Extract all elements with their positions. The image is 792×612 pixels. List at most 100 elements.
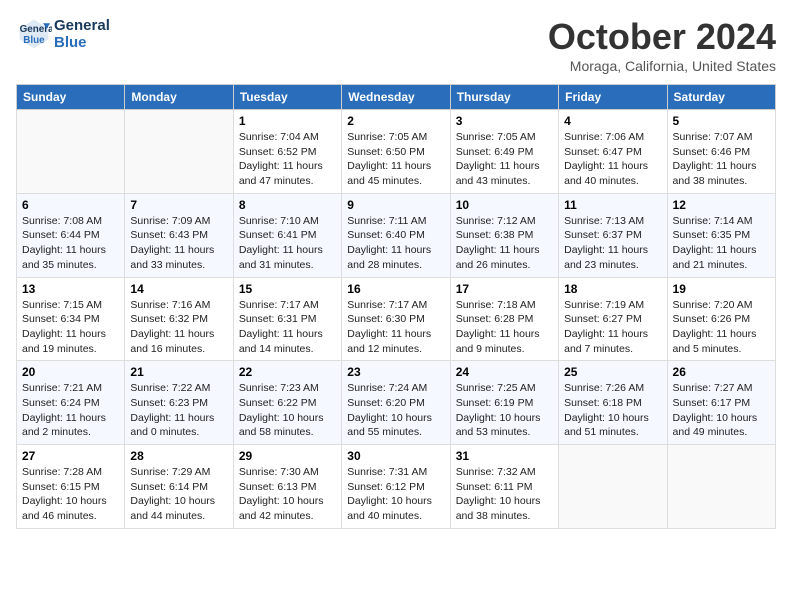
day-number: 30 — [347, 449, 444, 463]
day-number: 10 — [456, 198, 553, 212]
calendar-cell: 9 Sunrise: 7:11 AM Sunset: 6:40 PM Daylig… — [342, 193, 450, 277]
svg-text:Blue: Blue — [23, 35, 45, 46]
day-number: 29 — [239, 449, 336, 463]
calendar-cell: 16 Sunrise: 7:17 AM Sunset: 6:30 PM Dayli… — [342, 277, 450, 361]
day-number: 6 — [22, 198, 119, 212]
logo: General Blue General Blue — [16, 16, 110, 52]
calendar-cell: 18 Sunrise: 7:19 AM Sunset: 6:27 PM Dayli… — [559, 277, 667, 361]
calendar-week-row: 27Sunrise: 7:28 AM Sunset: 6:15 PM Dayli… — [17, 445, 776, 529]
day-number: 19 — [673, 282, 770, 296]
day-number: 21 — [130, 365, 227, 379]
logo-icon: General Blue — [16, 16, 52, 52]
calendar-cell: 15Sunrise: 7:17 AM Sunset: 6:31 PM Dayli… — [233, 277, 341, 361]
day-number: 5 — [673, 114, 770, 128]
day-number: 23 — [347, 365, 444, 379]
page-header: General Blue General Blue October 2024 M… — [16, 16, 776, 74]
calendar-cell — [17, 110, 125, 194]
day-info: Sunrise: 7:11 AM Sunset: 6:40 PM Dayligh… — [347, 214, 444, 273]
calendar-cell: 30 Sunrise: 7:31 AM Sunset: 6:12 PM Dayli… — [342, 445, 450, 529]
calendar-week-row: 1 Sunrise: 7:04 AM Sunset: 6:52 PM Daylig… — [17, 110, 776, 194]
calendar-table: SundayMondayTuesdayWednesdayThursdayFrid… — [16, 84, 776, 529]
day-info: Sunrise: 7:04 AM Sunset: 6:52 PM Dayligh… — [239, 130, 336, 189]
calendar-cell: 27Sunrise: 7:28 AM Sunset: 6:15 PM Dayli… — [17, 445, 125, 529]
day-number: 25 — [564, 365, 661, 379]
calendar-cell: 20Sunrise: 7:21 AM Sunset: 6:24 PM Dayli… — [17, 361, 125, 445]
calendar-cell: 13Sunrise: 7:15 AM Sunset: 6:34 PM Dayli… — [17, 277, 125, 361]
day-header-monday: Monday — [125, 85, 233, 110]
calendar-cell: 24Sunrise: 7:25 AM Sunset: 6:19 PM Dayli… — [450, 361, 558, 445]
day-number: 13 — [22, 282, 119, 296]
day-number: 11 — [564, 198, 661, 212]
day-number: 16 — [347, 282, 444, 296]
day-info: Sunrise: 7:12 AM Sunset: 6:38 PM Dayligh… — [456, 214, 553, 273]
day-info: Sunrise: 7:08 AM Sunset: 6:44 PM Dayligh… — [22, 214, 119, 273]
day-number: 8 — [239, 198, 336, 212]
calendar-cell: 2 Sunrise: 7:05 AM Sunset: 6:50 PM Daylig… — [342, 110, 450, 194]
calendar-cell: 31 Sunrise: 7:32 AM Sunset: 6:11 PM Dayli… — [450, 445, 558, 529]
location: Moraga, California, United States — [548, 58, 776, 74]
day-info: Sunrise: 7:30 AM Sunset: 6:13 PM Dayligh… — [239, 465, 336, 524]
calendar-cell: 5 Sunrise: 7:07 AM Sunset: 6:46 PM Daylig… — [667, 110, 775, 194]
day-header-thursday: Thursday — [450, 85, 558, 110]
calendar-week-row: 20Sunrise: 7:21 AM Sunset: 6:24 PM Dayli… — [17, 361, 776, 445]
title-block: October 2024 Moraga, California, United … — [548, 16, 776, 74]
calendar-cell: 14 Sunrise: 7:16 AM Sunset: 6:32 PM Dayli… — [125, 277, 233, 361]
calendar-cell: 25Sunrise: 7:26 AM Sunset: 6:18 PM Dayli… — [559, 361, 667, 445]
calendar-cell: 12 Sunrise: 7:14 AM Sunset: 6:35 PM Dayli… — [667, 193, 775, 277]
day-header-sunday: Sunday — [17, 85, 125, 110]
calendar-cell: 28 Sunrise: 7:29 AM Sunset: 6:14 PM Dayli… — [125, 445, 233, 529]
day-info: Sunrise: 7:05 AM Sunset: 6:50 PM Dayligh… — [347, 130, 444, 189]
day-info: Sunrise: 7:32 AM Sunset: 6:11 PM Dayligh… — [456, 465, 553, 524]
day-info: Sunrise: 7:29 AM Sunset: 6:14 PM Dayligh… — [130, 465, 227, 524]
calendar-cell — [559, 445, 667, 529]
day-number: 1 — [239, 114, 336, 128]
day-info: Sunrise: 7:07 AM Sunset: 6:46 PM Dayligh… — [673, 130, 770, 189]
day-info: Sunrise: 7:13 AM Sunset: 6:37 PM Dayligh… — [564, 214, 661, 273]
day-info: Sunrise: 7:17 AM Sunset: 6:30 PM Dayligh… — [347, 298, 444, 357]
day-number: 22 — [239, 365, 336, 379]
day-number: 31 — [456, 449, 553, 463]
day-number: 3 — [456, 114, 553, 128]
day-number: 26 — [673, 365, 770, 379]
day-info: Sunrise: 7:10 AM Sunset: 6:41 PM Dayligh… — [239, 214, 336, 273]
calendar-cell: 4Sunrise: 7:06 AM Sunset: 6:47 PM Daylig… — [559, 110, 667, 194]
day-info: Sunrise: 7:14 AM Sunset: 6:35 PM Dayligh… — [673, 214, 770, 273]
day-info: Sunrise: 7:19 AM Sunset: 6:27 PM Dayligh… — [564, 298, 661, 357]
day-header-friday: Friday — [559, 85, 667, 110]
calendar-cell — [667, 445, 775, 529]
day-number: 15 — [239, 282, 336, 296]
day-number: 2 — [347, 114, 444, 128]
calendar-cell: 26 Sunrise: 7:27 AM Sunset: 6:17 PM Dayli… — [667, 361, 775, 445]
calendar-cell — [125, 110, 233, 194]
calendar-cell: 19 Sunrise: 7:20 AM Sunset: 6:26 PM Dayli… — [667, 277, 775, 361]
day-info: Sunrise: 7:18 AM Sunset: 6:28 PM Dayligh… — [456, 298, 553, 357]
day-info: Sunrise: 7:31 AM Sunset: 6:12 PM Dayligh… — [347, 465, 444, 524]
day-info: Sunrise: 7:21 AM Sunset: 6:24 PM Dayligh… — [22, 381, 119, 440]
calendar-cell: 6 Sunrise: 7:08 AM Sunset: 6:44 PM Daylig… — [17, 193, 125, 277]
day-info: Sunrise: 7:28 AM Sunset: 6:15 PM Dayligh… — [22, 465, 119, 524]
day-info: Sunrise: 7:24 AM Sunset: 6:20 PM Dayligh… — [347, 381, 444, 440]
calendar-cell: 10 Sunrise: 7:12 AM Sunset: 6:38 PM Dayli… — [450, 193, 558, 277]
day-number: 12 — [673, 198, 770, 212]
day-info: Sunrise: 7:16 AM Sunset: 6:32 PM Dayligh… — [130, 298, 227, 357]
month-title: October 2024 — [548, 16, 776, 58]
day-info: Sunrise: 7:27 AM Sunset: 6:17 PM Dayligh… — [673, 381, 770, 440]
calendar-cell: 7Sunrise: 7:09 AM Sunset: 6:43 PM Daylig… — [125, 193, 233, 277]
day-number: 24 — [456, 365, 553, 379]
day-header-saturday: Saturday — [667, 85, 775, 110]
day-number: 14 — [130, 282, 227, 296]
day-info: Sunrise: 7:23 AM Sunset: 6:22 PM Dayligh… — [239, 381, 336, 440]
calendar-cell: 22 Sunrise: 7:23 AM Sunset: 6:22 PM Dayli… — [233, 361, 341, 445]
day-number: 9 — [347, 198, 444, 212]
calendar-cell: 1 Sunrise: 7:04 AM Sunset: 6:52 PM Daylig… — [233, 110, 341, 194]
calendar-week-row: 13Sunrise: 7:15 AM Sunset: 6:34 PM Dayli… — [17, 277, 776, 361]
calendar-header-row: SundayMondayTuesdayWednesdayThursdayFrid… — [17, 85, 776, 110]
day-info: Sunrise: 7:06 AM Sunset: 6:47 PM Dayligh… — [564, 130, 661, 189]
calendar-cell: 17Sunrise: 7:18 AM Sunset: 6:28 PM Dayli… — [450, 277, 558, 361]
day-info: Sunrise: 7:20 AM Sunset: 6:26 PM Dayligh… — [673, 298, 770, 357]
logo-text-blue: Blue — [54, 34, 110, 51]
day-info: Sunrise: 7:22 AM Sunset: 6:23 PM Dayligh… — [130, 381, 227, 440]
day-number: 18 — [564, 282, 661, 296]
day-number: 28 — [130, 449, 227, 463]
calendar-cell: 23 Sunrise: 7:24 AM Sunset: 6:20 PM Dayli… — [342, 361, 450, 445]
